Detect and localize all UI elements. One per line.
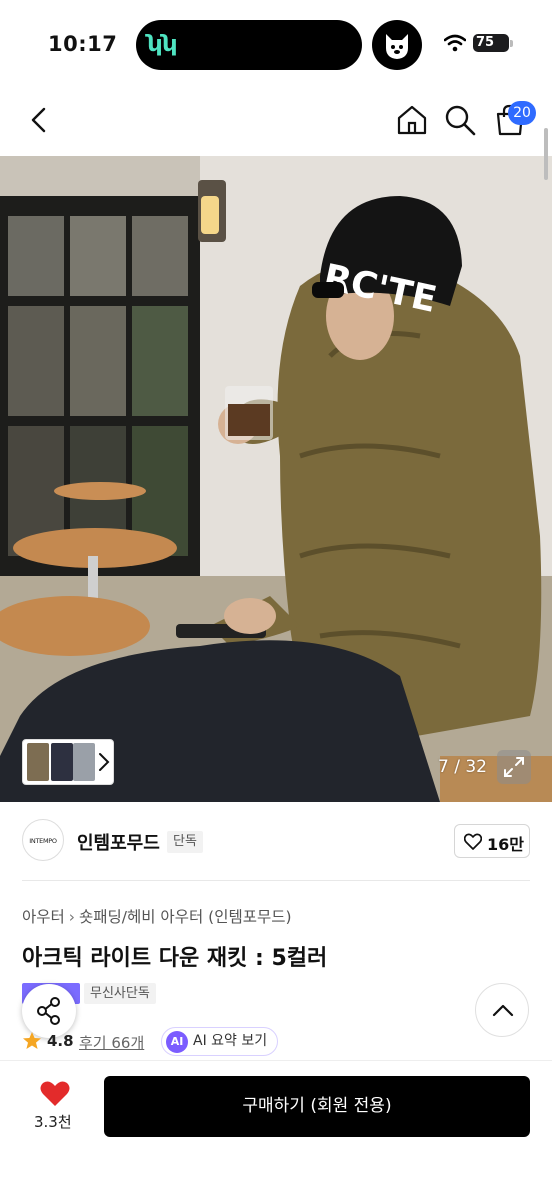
- cart-count-badge: 20: [508, 101, 536, 125]
- expand-fullscreen-button[interactable]: [497, 750, 531, 784]
- home-icon[interactable]: [396, 104, 428, 136]
- expand-icon: [504, 757, 524, 777]
- share-button[interactable]: [22, 984, 76, 1038]
- brand-like-button[interactable]: 16만: [454, 824, 530, 858]
- gallery-thumbnail-strip[interactable]: [22, 739, 114, 785]
- chevron-right-icon[interactable]: [97, 750, 111, 774]
- ai-summary-button[interactable]: AI AI 요약 보기: [161, 1027, 279, 1056]
- section-divider: [22, 880, 530, 881]
- wishlist-count: 3.3천: [34, 1113, 72, 1131]
- scroll-to-top-button[interactable]: [475, 983, 529, 1037]
- app-activity-icon: ʮʮ: [146, 29, 178, 61]
- dynamic-island: ʮʮ: [136, 20, 362, 70]
- thumbnail-image[interactable]: [27, 743, 49, 781]
- product-image-gallery[interactable]: RC'TE: [0, 156, 552, 802]
- product-photo: RC'TE: [0, 156, 552, 802]
- breadcrumb: 아우터 › 숏패딩/헤비 아우터 (인템포무드): [22, 905, 292, 927]
- thumbnail-image[interactable]: [51, 743, 73, 781]
- thumbnail-image[interactable]: [73, 743, 95, 781]
- chevron-up-icon: [492, 1004, 514, 1017]
- gallery-counter: 7 / 32: [438, 757, 487, 777]
- heart-filled-icon[interactable]: [40, 1080, 70, 1107]
- back-arrow-icon[interactable]: [24, 104, 56, 136]
- breadcrumb-item[interactable]: 아우터: [22, 908, 65, 926]
- product-title: 아크틱 라이트 다운 재킷 : 5컬러: [22, 946, 328, 971]
- dog-avatar-icon: [372, 20, 422, 70]
- review-count-link[interactable]: 후기 66개: [79, 1032, 144, 1053]
- rating-value: 4.8: [47, 1032, 74, 1050]
- brand-logo[interactable]: INTEMPO: [22, 819, 64, 861]
- heart-outline-icon: [464, 833, 482, 850]
- brand-name[interactable]: 인템포무드: [77, 829, 160, 855]
- page-scrollbar[interactable]: [544, 128, 548, 180]
- brand-exclusive-tag: 단독: [167, 831, 203, 853]
- share-icon: [37, 997, 60, 1025]
- star-icon: [23, 1032, 41, 1049]
- exclusive-badge: 무신사단독: [84, 983, 156, 1004]
- status-bar: 10:17 ʮʮ 75: [0, 0, 552, 90]
- status-time: 10:17: [48, 32, 118, 56]
- top-nav: [0, 90, 552, 156]
- chevron-right-icon: ›: [68, 908, 75, 926]
- search-icon[interactable]: [444, 104, 476, 136]
- ai-icon: AI: [166, 1031, 188, 1053]
- battery-indicator: 75: [473, 34, 509, 52]
- wifi-icon: [444, 34, 466, 52]
- ai-summary-label: AI 요약 보기: [193, 1033, 268, 1049]
- battery-tip: [510, 40, 513, 47]
- breadcrumb-item[interactable]: 숏패딩/헤비 아우터 (인템포무드): [79, 908, 292, 926]
- buy-button[interactable]: 구매하기 (회원 전용): [104, 1076, 530, 1137]
- brand-like-count: 16만: [487, 835, 524, 854]
